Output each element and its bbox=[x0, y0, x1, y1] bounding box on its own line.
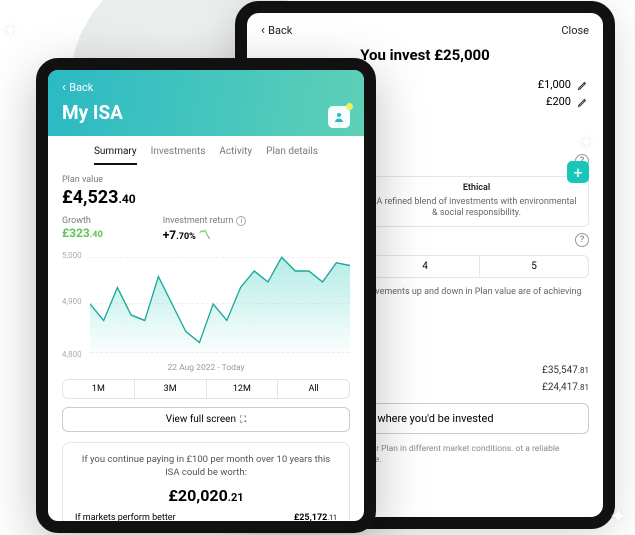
plan-header: Back My ISA bbox=[48, 70, 364, 136]
plan-value-label: Plan value bbox=[62, 175, 350, 185]
return-label: Investment returni bbox=[163, 216, 247, 226]
range-all[interactable]: All bbox=[278, 380, 349, 398]
sparkle-icon: ✦ bbox=[610, 504, 627, 528]
y-axis-tick: 4,800 bbox=[62, 350, 82, 359]
expand-icon: ⛶ bbox=[240, 415, 246, 425]
risk-option-4[interactable]: 4 bbox=[371, 256, 480, 277]
risk-option-5[interactable]: 5 bbox=[480, 256, 588, 277]
tab-investments[interactable]: Investments bbox=[151, 146, 206, 165]
range-3m[interactable]: 3M bbox=[135, 380, 207, 398]
worse-label: If markets perform worse bbox=[75, 531, 176, 533]
y-axis-tick: 4,900 bbox=[62, 297, 82, 306]
profile-icon[interactable] bbox=[328, 106, 350, 128]
projection-text: If you continue paying in £100 per month… bbox=[75, 453, 337, 480]
better-value: £25,172.11 bbox=[294, 513, 337, 523]
performance-chart[interactable]: 5,000 4,900 4,800 bbox=[62, 249, 350, 359]
trend-up-icon: 〽 bbox=[199, 228, 211, 242]
add-button[interactable]: + bbox=[567, 161, 589, 183]
info-icon[interactable]: i bbox=[236, 216, 246, 226]
plan-title: My ISA bbox=[62, 101, 350, 124]
growth-value: £323.40 bbox=[62, 226, 103, 240]
sparkle-icon: ✦ bbox=[2, 18, 19, 42]
isa-tablet: Back My ISA Summary Investments Activity… bbox=[36, 58, 376, 533]
range-12m[interactable]: 12M bbox=[207, 380, 279, 398]
fullscreen-button[interactable]: View full screen⛶ bbox=[62, 407, 350, 432]
y-axis-tick: 5,000 bbox=[62, 251, 82, 260]
back-button[interactable]: Back bbox=[261, 23, 292, 38]
close-button[interactable]: Close bbox=[561, 24, 589, 37]
edit-icon[interactable] bbox=[577, 79, 589, 91]
deposit-value: £1,000 bbox=[538, 78, 571, 91]
back-button[interactable]: Back bbox=[62, 80, 350, 95]
projection-box: If you continue paying in £100 per month… bbox=[62, 442, 350, 533]
better-label: If markets perform better bbox=[75, 513, 176, 523]
sparkle-icon: ✦ bbox=[578, 130, 595, 154]
tab-summary[interactable]: Summary bbox=[94, 146, 137, 165]
tab-bar: Summary Investments Activity Plan detail… bbox=[48, 136, 364, 165]
chart-caption: 22 Aug 2022 - Today bbox=[62, 363, 350, 373]
plan-value: £4,523.40 bbox=[62, 187, 350, 208]
range-1m[interactable]: 1M bbox=[63, 380, 135, 398]
growth-label: Growth bbox=[62, 216, 103, 226]
help-icon[interactable]: ? bbox=[575, 233, 589, 247]
return-value: +7.70%〽 bbox=[163, 226, 247, 243]
tab-plan-details[interactable]: Plan details bbox=[266, 146, 318, 165]
option-card-ethical[interactable]: Ethical A refined blend of investments w… bbox=[364, 176, 589, 227]
projection-value: £20,020.21 bbox=[75, 486, 337, 505]
edit-icon[interactable] bbox=[577, 96, 589, 108]
tab-activity[interactable]: Activity bbox=[219, 146, 252, 165]
worse-value: £15,856.18 bbox=[294, 531, 337, 533]
monthly-value: £200 bbox=[546, 95, 571, 108]
time-range-segment: 1M 3M 12M All bbox=[62, 379, 350, 399]
